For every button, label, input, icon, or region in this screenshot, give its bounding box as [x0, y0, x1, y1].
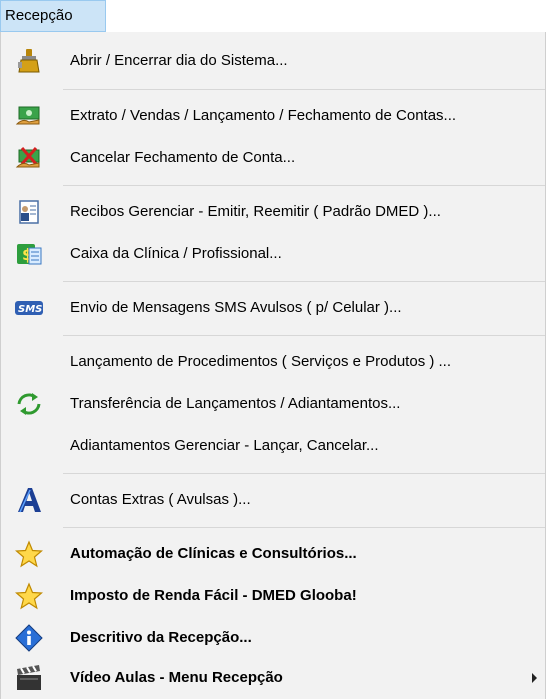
separator	[63, 185, 545, 186]
menu-item-adiantamentos-gerenciar[interactable]: Adiantamentos Gerenciar - Lançar, Cancel…	[1, 426, 545, 466]
menu-item-imposto-renda[interactable]: Imposto de Renda Fácil - DMED Glooba!	[1, 576, 545, 616]
separator	[63, 473, 545, 474]
separator	[63, 527, 545, 528]
menu-item-label: Vídeo Aulas - Menu Recepção	[70, 669, 283, 686]
star-icon	[15, 582, 43, 610]
clapperboard-icon	[17, 665, 41, 690]
gear-oil-can-icon	[18, 49, 40, 73]
menu-item-label: Cancelar Fechamento de Conta...	[70, 149, 296, 166]
transfer-arrows-icon	[17, 393, 41, 415]
menu-recepcao-label: Recepção	[5, 7, 73, 24]
menu-item-transferencia-lancamentos[interactable]: Transferência de Lançamentos / Adiantame…	[1, 384, 545, 424]
menu-item-abrir-encerrar-dia[interactable]: Abrir / Encerrar dia do Sistema...	[1, 41, 545, 81]
menu-recepcao[interactable]: Recepção	[0, 0, 106, 32]
money-hand-icon	[15, 106, 40, 125]
menu-item-label: Adiantamentos Gerenciar - Lançar, Cancel…	[70, 437, 379, 454]
svg-text:SMS: SMS	[18, 304, 42, 315]
menu-item-envio-sms[interactable]: SMS Envio de Mensagens SMS Avulsos ( p/ …	[1, 288, 545, 328]
recepcao-dropdown: Abrir / Encerrar dia do Sistema... Extra…	[0, 32, 546, 699]
menu-item-label: Lançamento de Procedimentos ( Serviços e…	[70, 353, 452, 370]
menu-item-label: Transferência de Lançamentos / Adiantame…	[70, 395, 401, 412]
letter-a-icon	[18, 488, 41, 513]
receipt-icon	[19, 200, 39, 224]
menu-item-label: Contas Extras ( Avulsas )...	[70, 491, 251, 508]
cash-register-icon: $	[17, 244, 42, 265]
menu-item-cancelar-fechamento[interactable]: Cancelar Fechamento de Conta...	[1, 138, 545, 178]
menu-item-label: Abrir / Encerrar dia do Sistema...	[70, 52, 288, 69]
money-cancel-icon	[15, 147, 40, 168]
separator	[63, 335, 545, 336]
menu-item-descritivo-recepcao[interactable]: Descritivo da Recepção...	[1, 618, 545, 658]
menu-item-label: Extrato / Vendas / Lançamento / Fechamen…	[70, 107, 457, 124]
info-icon	[15, 624, 43, 652]
menu-item-lancamento-procedimentos[interactable]: Lançamento de Procedimentos ( Serviços e…	[1, 342, 545, 382]
menu-item-label: Recibos Gerenciar - Emitir, Reemitir ( P…	[70, 203, 441, 220]
menu-item-contas-extras[interactable]: Contas Extras ( Avulsas )...	[1, 480, 545, 520]
separator	[63, 89, 545, 90]
separator	[63, 281, 545, 282]
sms-icon: SMS	[15, 301, 43, 315]
menu-item-label: Imposto de Renda Fácil - DMED Glooba!	[70, 587, 357, 604]
menu-bar: Recepção	[0, 0, 546, 32]
menu-item-caixa-clinica[interactable]: $ Caixa da Clínica / Profissional...	[1, 234, 545, 274]
star-icon	[15, 540, 43, 568]
menu-item-extrato-vendas[interactable]: Extrato / Vendas / Lançamento / Fechamen…	[1, 96, 545, 136]
menu-item-automacao-clinicas[interactable]: Automação de Clínicas e Consultórios...	[1, 534, 545, 574]
menu-item-video-aulas[interactable]: Vídeo Aulas - Menu Recepção	[1, 658, 545, 698]
menu-item-recibos-gerenciar[interactable]: Recibos Gerenciar - Emitir, Reemitir ( P…	[1, 192, 545, 232]
menu-item-label: Envio de Mensagens SMS Avulsos ( p/ Celu…	[70, 299, 402, 316]
submenu-arrow-icon	[532, 673, 537, 683]
menu-item-label: Caixa da Clínica / Profissional...	[70, 245, 282, 262]
menu-item-label: Descritivo da Recepção...	[70, 629, 252, 646]
menu-item-label: Automação de Clínicas e Consultórios...	[70, 545, 357, 562]
